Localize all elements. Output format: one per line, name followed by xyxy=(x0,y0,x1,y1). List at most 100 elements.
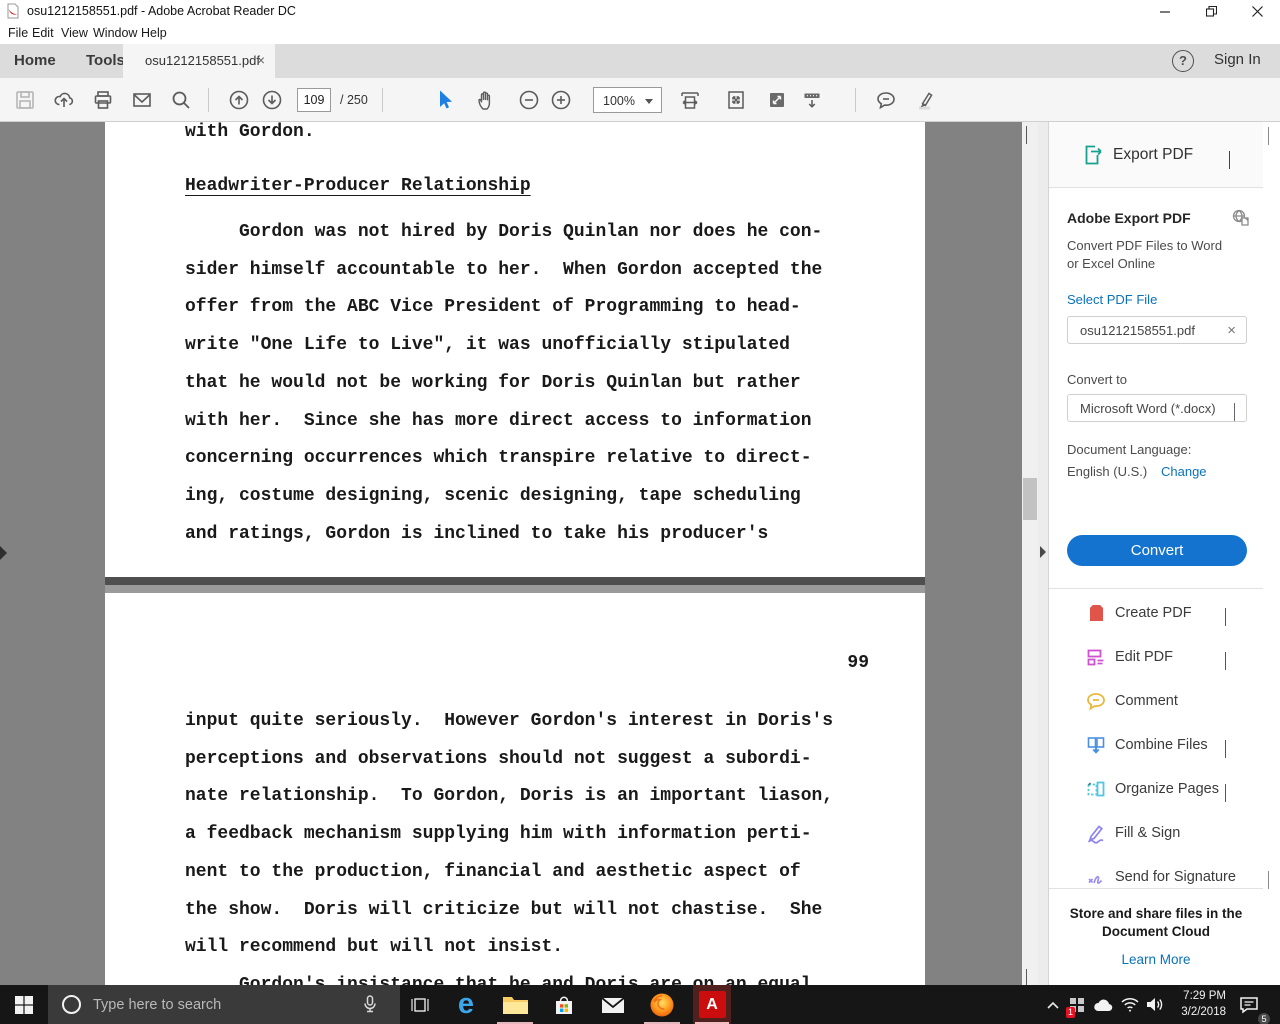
tab-tools[interactable]: Tools xyxy=(86,44,125,78)
tool-create-pdf[interactable]: Create PDF xyxy=(1049,594,1263,634)
menu-help[interactable]: Help xyxy=(141,26,167,40)
convert-button[interactable]: Convert xyxy=(1067,535,1247,566)
taskbar-mail-icon[interactable] xyxy=(593,985,633,1024)
tray-update-icon[interactable]: 1 xyxy=(1064,985,1090,1024)
start-button[interactable] xyxy=(0,985,48,1024)
taskbar-acrobat-icon[interactable]: A xyxy=(693,985,731,1024)
email-icon[interactable] xyxy=(131,89,153,111)
tools-pane-toggle-icon[interactable] xyxy=(1040,546,1046,558)
toolbar-mode-icon[interactable] xyxy=(801,89,823,111)
tool-comment[interactable]: Comment xyxy=(1049,682,1263,722)
fullscreen-icon[interactable] xyxy=(766,89,788,111)
menu-file[interactable]: File xyxy=(8,26,28,40)
page-number-input[interactable] xyxy=(297,88,331,112)
panel-divider xyxy=(1038,122,1048,985)
selected-file-box[interactable]: osu1212158551.pdf × xyxy=(1067,316,1247,344)
sidebar-scroll-up-icon[interactable] xyxy=(1268,128,1269,146)
dropdown-chevron-icon xyxy=(1234,404,1235,422)
action-center-icon[interactable]: 5 xyxy=(1232,985,1266,1024)
taskbar-search-input[interactable]: Type here to search xyxy=(48,985,400,1024)
document-scrollbar[interactable] xyxy=(1022,122,1038,985)
zoom-in-icon[interactable] xyxy=(550,89,572,111)
page2-text-line: nate relationship. To Gordon, Doris is a… xyxy=(185,778,833,816)
collapse-chevron-icon[interactable] xyxy=(1229,152,1230,170)
hidden-icons-chevron[interactable] xyxy=(1040,985,1066,1024)
export-pdf-header[interactable]: Export PDF xyxy=(1049,122,1263,188)
search-icon[interactable] xyxy=(170,89,192,111)
page1-text-line: concerning occurrences which transpire r… xyxy=(185,440,822,478)
taskbar-edge-icon[interactable]: e xyxy=(446,985,486,1024)
menu-view[interactable]: View xyxy=(61,26,88,40)
comment-tool-icon[interactable] xyxy=(875,89,897,111)
fill-sign-icon xyxy=(1085,822,1107,844)
select-tool-icon[interactable] xyxy=(433,89,455,111)
toolbar: / 250 100% xyxy=(0,78,1280,122)
format-dropdown[interactable]: Microsoft Word (*.docx) xyxy=(1067,394,1247,422)
page-count-label: / 250 xyxy=(340,93,368,107)
highlighter-tool-icon[interactable] xyxy=(914,89,936,111)
select-pdf-file-link[interactable]: Select PDF File xyxy=(1067,292,1157,307)
task-view-icon[interactable] xyxy=(400,985,440,1024)
toolbar-separator xyxy=(382,88,383,112)
remove-file-icon[interactable]: × xyxy=(1227,322,1236,339)
print-icon[interactable] xyxy=(92,89,114,111)
close-button[interactable] xyxy=(1234,0,1280,22)
taskbar-clock[interactable]: 7:29 PM 3/2/2018 xyxy=(1168,988,1226,1020)
menu-edit[interactable]: Edit xyxy=(32,26,54,40)
taskbar-firefox-icon[interactable] xyxy=(642,985,682,1024)
tab-document[interactable]: osu1212158551.pdf × xyxy=(123,44,275,78)
restore-button[interactable] xyxy=(1188,0,1234,22)
tool-combine-files[interactable]: Combine Files xyxy=(1049,726,1263,766)
acrobat-logo: A xyxy=(699,991,726,1018)
sign-in-button[interactable]: Sign In xyxy=(1214,51,1261,68)
minimize-button[interactable] xyxy=(1142,0,1188,22)
zoom-out-icon[interactable] xyxy=(518,89,540,111)
tool-send-for-signature[interactable]: Send for Signature xyxy=(1049,858,1263,898)
toolbar-separator xyxy=(855,88,856,112)
main-area: with Gordon. Headwriter-Producer Relatio… xyxy=(0,122,1280,985)
change-language-link[interactable]: Change xyxy=(1161,464,1207,479)
previous-page-icon[interactable] xyxy=(228,89,250,111)
next-page-icon[interactable] xyxy=(261,89,283,111)
menu-window[interactable]: Window xyxy=(93,26,137,40)
page1-top-line: with Gordon. xyxy=(185,122,315,142)
tool-fill-sign[interactable]: Fill & Sign xyxy=(1049,814,1263,854)
format-value: Microsoft Word (*.docx) xyxy=(1080,401,1216,416)
acrobat-file-icon xyxy=(5,3,21,19)
nav-pane-toggle-icon[interactable] xyxy=(0,546,7,560)
page1-text-line: that he would not be working for Doris Q… xyxy=(185,365,822,403)
microphone-icon[interactable] xyxy=(360,994,380,1020)
expand-chevron-icon[interactable] xyxy=(1225,609,1226,627)
tool-edit-pdf[interactable]: Edit PDF xyxy=(1049,638,1263,678)
hand-tool-icon[interactable] xyxy=(475,89,497,111)
wifi-icon[interactable] xyxy=(1117,985,1143,1024)
scroll-down-icon[interactable] xyxy=(1026,970,1034,978)
onedrive-icon[interactable] xyxy=(1090,985,1116,1024)
scroll-up-icon[interactable] xyxy=(1026,127,1034,135)
expand-chevron-icon[interactable] xyxy=(1225,653,1226,671)
page1-text-line: sider himself accountable to her. When G… xyxy=(185,252,822,290)
scrollbar-thumb[interactable] xyxy=(1023,478,1037,520)
convert-to-label: Convert to xyxy=(1067,372,1127,387)
volume-icon[interactable] xyxy=(1141,985,1169,1024)
save-icon[interactable] xyxy=(14,89,36,111)
send-for-signature-icon xyxy=(1085,866,1107,888)
scrolling-mode-icon[interactable] xyxy=(679,89,701,111)
zoom-dropdown-caret[interactable] xyxy=(645,99,653,104)
tool-organize-pages[interactable]: Organize Pages xyxy=(1049,770,1263,810)
expand-chevron-icon[interactable] xyxy=(1225,741,1226,759)
expand-chevron-icon[interactable] xyxy=(1225,785,1226,803)
taskbar-file-explorer-icon[interactable] xyxy=(495,985,535,1024)
page1-text-line: with her. Since she has more direct acce… xyxy=(185,403,822,441)
taskbar-store-icon[interactable] xyxy=(544,985,584,1024)
tab-home[interactable]: Home xyxy=(14,44,56,78)
document-canvas[interactable]: with Gordon. Headwriter-Producer Relatio… xyxy=(0,122,1048,985)
help-icon[interactable]: ? xyxy=(1172,50,1194,72)
fit-page-icon[interactable] xyxy=(725,89,747,111)
title-bar: osu1212158551.pdf - Adobe Acrobat Reader… xyxy=(0,0,1280,22)
learn-more-link[interactable]: Learn More xyxy=(1049,952,1263,967)
tab-close-icon[interactable]: × xyxy=(257,52,265,68)
zoom-level-select[interactable]: 100% xyxy=(593,87,662,113)
share-upload-icon[interactable] xyxy=(53,89,75,111)
sidebar-scroll-down-icon[interactable] xyxy=(1268,872,1269,890)
